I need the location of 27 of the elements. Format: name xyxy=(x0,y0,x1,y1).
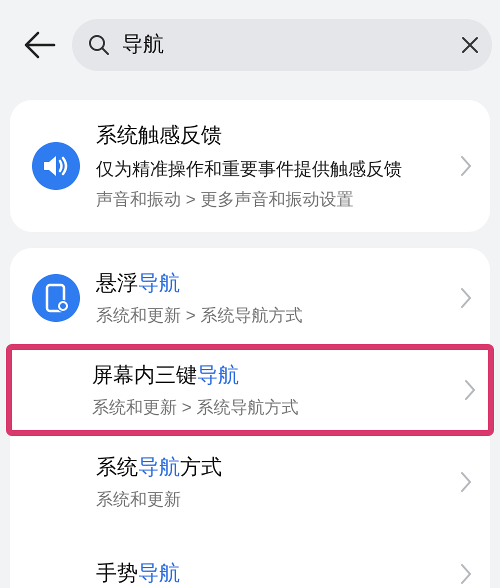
result-item[interactable]: 屏幕内三键导航 系统和更新 > 系统导航方式 xyxy=(6,344,494,436)
search-input[interactable]: 导航 xyxy=(122,29,448,61)
speaker-icon xyxy=(32,142,80,190)
chevron-right-icon xyxy=(464,379,476,401)
result-item[interactable]: 系统导航方式 系统和更新 xyxy=(10,436,490,528)
result-title: 系统导航方式 xyxy=(96,454,223,480)
result-title: 系统触感反馈 xyxy=(96,123,223,149)
chevron-right-icon xyxy=(460,563,472,585)
result-title: 屏幕内三键导航 xyxy=(92,362,240,388)
chevron-right-icon xyxy=(460,155,472,177)
result-title: 悬浮导航 xyxy=(96,270,181,296)
result-item[interactable]: 系统触感反馈 仅为精准操作和重要事件提供触感反馈 声音和振动 > 更多声音和振动设置 xyxy=(10,104,490,228)
settings-path: 系统和更新 > 系统导航方式 xyxy=(92,397,300,419)
settings-path: 系统和更新 > 系统导航方式 xyxy=(96,305,304,327)
result-item[interactable]: 悬浮导航 系统和更新 > 系统导航方式 xyxy=(10,252,490,344)
settings-path: 系统和更新 xyxy=(96,489,182,511)
phone-settings-icon xyxy=(32,274,80,322)
result-title: 手势导航 xyxy=(96,561,181,588)
result-description: 仅为精准操作和重要事件提供触感反馈 xyxy=(96,158,403,180)
result-item[interactable]: 手势导航 xyxy=(10,528,490,588)
settings-path: 声音和振动 > 更多声音和振动设置 xyxy=(96,188,354,210)
search-field[interactable]: 导航 xyxy=(72,19,492,71)
back-arrow-icon[interactable] xyxy=(24,31,56,59)
chevron-right-icon xyxy=(460,287,472,309)
search-icon xyxy=(88,34,110,56)
chevron-right-icon xyxy=(460,471,472,493)
clear-icon[interactable] xyxy=(460,35,480,55)
